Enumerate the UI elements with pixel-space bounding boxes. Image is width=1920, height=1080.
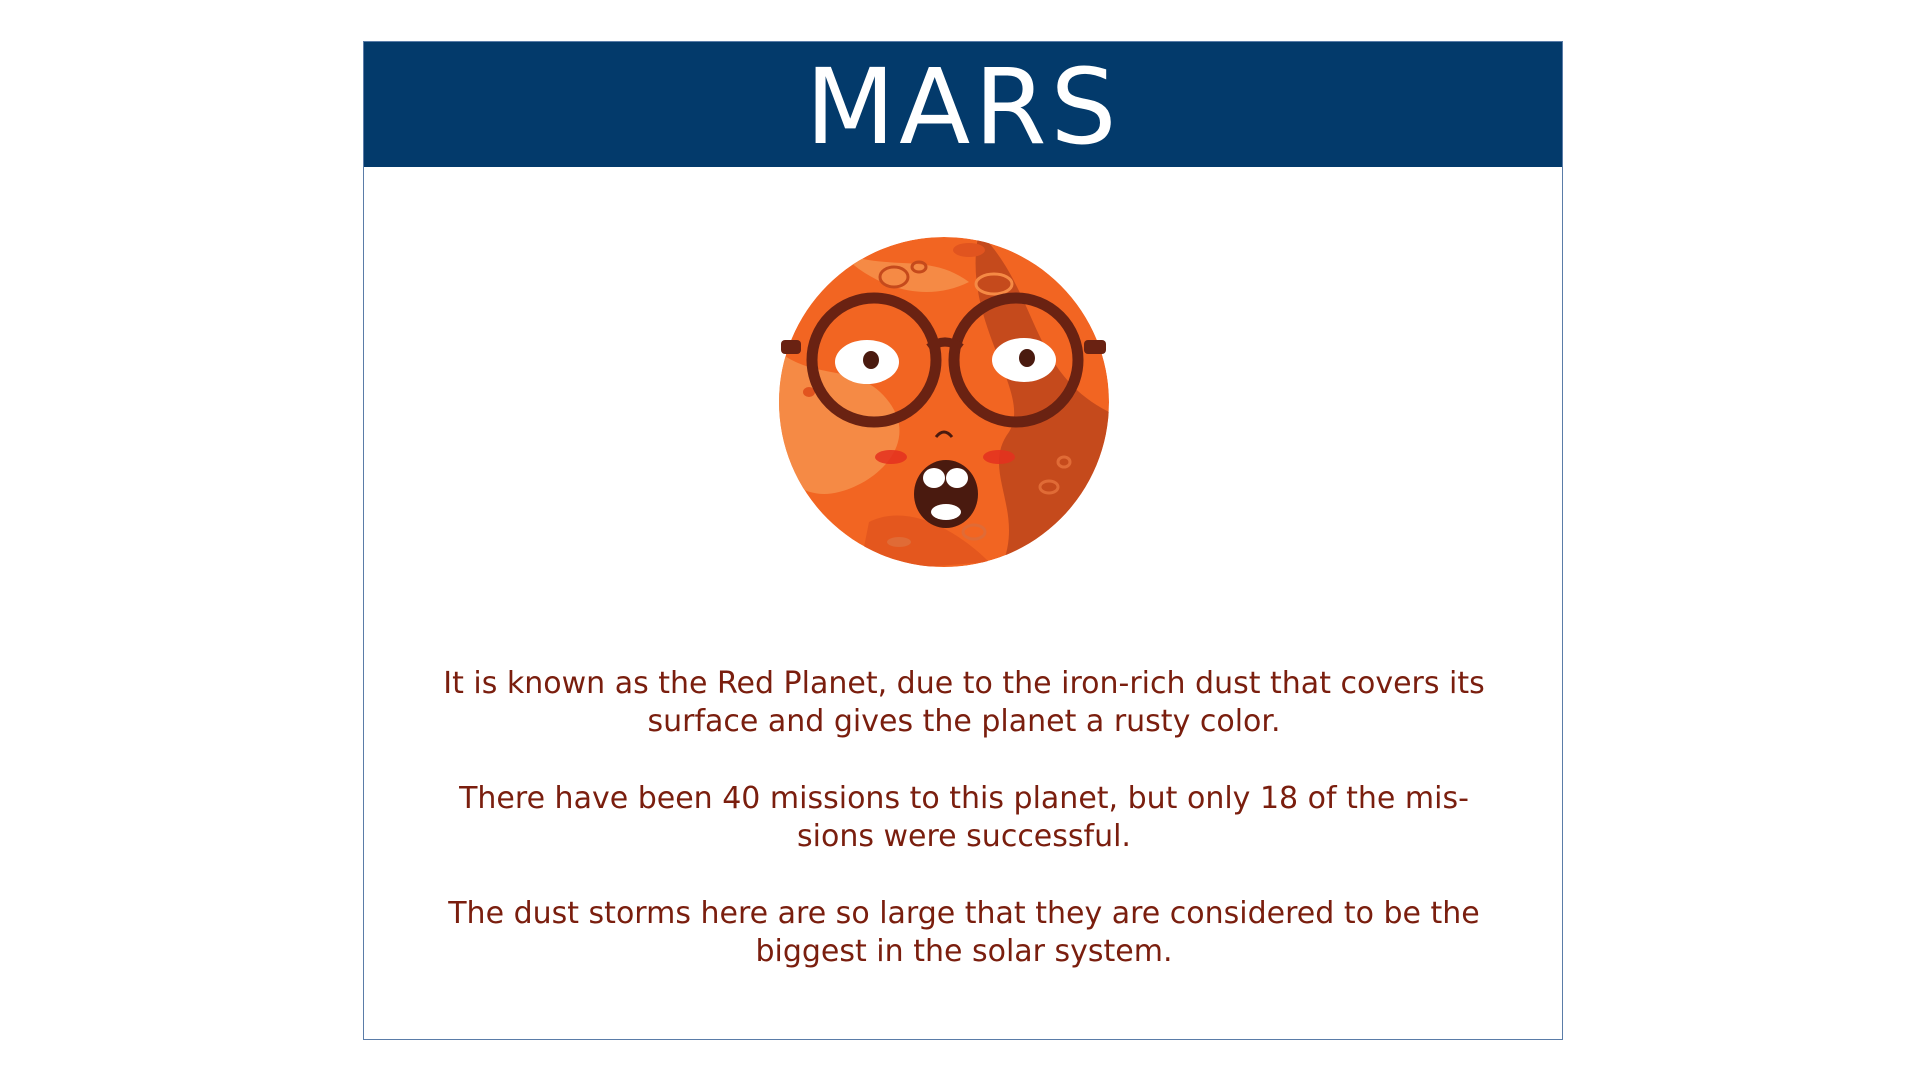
fact-text: It is known as the Red Planet, due to th… [443,666,1485,739]
fact-text: The dust storms here are so large that t… [448,896,1480,969]
facts-list: It is known as the Red Planet, due to th… [424,665,1504,1010]
mars-illustration [779,237,1109,567]
mouth [914,460,978,528]
slide-title: MARS [805,45,1121,168]
fact-text: There have been 40 missions to this plan… [459,781,1469,854]
slide-card: MARS It is known as the Red Planet, due … [363,41,1563,1040]
title-bar: MARS [364,42,1562,167]
